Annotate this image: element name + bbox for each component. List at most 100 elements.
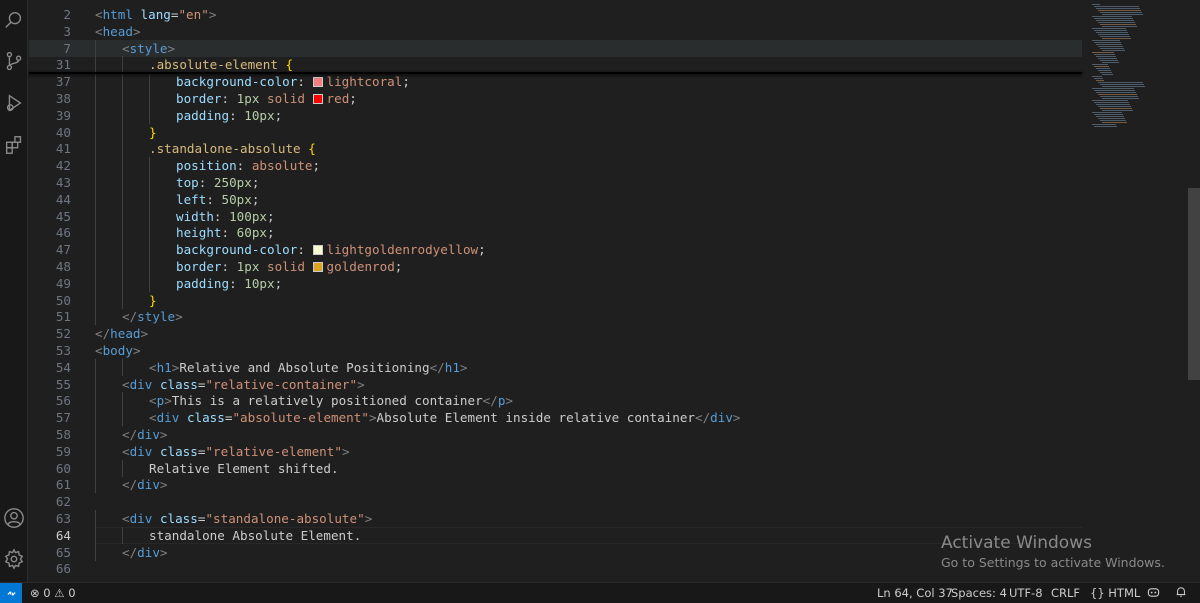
code-line[interactable]: 3 <head> xyxy=(29,23,1082,40)
code-text: background-color: lightcoral; xyxy=(176,73,410,90)
extensions-icon[interactable] xyxy=(2,133,26,157)
indent-guide xyxy=(95,241,96,259)
code-line[interactable]: 53 <body> xyxy=(29,342,1082,359)
explorer-search-icon[interactable] xyxy=(2,8,26,32)
code-line[interactable]: 51 </style> xyxy=(29,308,1082,326)
code-token: > xyxy=(364,511,373,526)
minimap-line xyxy=(1098,22,1135,23)
code-line[interactable]: 52 </head> xyxy=(29,325,1082,342)
code-line[interactable]: 57 <div class="absolute-element">Absolute… xyxy=(29,409,1082,427)
source-control-icon[interactable] xyxy=(2,49,26,73)
code-line[interactable]: 64 standalone Absolute Element. xyxy=(29,526,1082,544)
cursor-position[interactable]: Ln 64, Col 37 xyxy=(877,586,953,600)
run-debug-icon[interactable] xyxy=(2,91,26,115)
code-token: h1 xyxy=(156,359,172,375)
minimap-line xyxy=(1092,52,1114,53)
code-token: ; xyxy=(478,242,486,258)
bell-icon[interactable] xyxy=(1175,586,1187,601)
vertical-scrollbar[interactable] xyxy=(1188,188,1200,380)
eol-setting[interactable]: CRLF xyxy=(1051,586,1080,600)
code-line[interactable]: 63 <div class="standalone-absolute"> xyxy=(29,510,1082,527)
code-text: <div class="relative-element"> xyxy=(122,443,350,460)
code-line[interactable]: 58 </div> xyxy=(29,426,1082,443)
code-line[interactable]: 39 padding: 10px; xyxy=(29,106,1082,124)
indentation-setting[interactable]: Spaces: 4 xyxy=(951,586,1007,600)
code-line[interactable]: 56 <p>This is a relatively positioned con… xyxy=(29,392,1082,410)
problems-indicator[interactable]: ⊗ 0 ⚠ 0 xyxy=(30,586,76,600)
minimap-line xyxy=(1094,66,1109,67)
code-token: class xyxy=(186,410,225,426)
code-text: top: 250px; xyxy=(176,174,259,191)
code-token: lang xyxy=(140,7,171,22)
code-text: </div> xyxy=(122,544,168,561)
code-token: 250px xyxy=(213,175,252,190)
indent-guide xyxy=(122,123,123,141)
remote-icon[interactable] xyxy=(0,583,22,603)
code-line[interactable]: 65 </div> xyxy=(29,543,1082,561)
code-token: This is a relatively positioned containe… xyxy=(171,393,483,409)
code-token: Relative and Absolute Positioning xyxy=(179,359,430,375)
account-icon[interactable] xyxy=(2,506,26,530)
line-number: 49 xyxy=(55,275,71,291)
minimap-line xyxy=(1094,126,1117,127)
code-line[interactable]: 43 top: 250px; xyxy=(29,174,1082,191)
indent-guide xyxy=(95,274,96,292)
code-token: "en" xyxy=(178,7,209,22)
code-line[interactable]: 37 background-color: lightcoral; xyxy=(29,73,1082,91)
code-line[interactable]: 50} xyxy=(29,291,1082,309)
line-number: 62 xyxy=(55,494,71,510)
code-line[interactable]: 59 <div class="relative-element"> xyxy=(29,442,1082,460)
code-token: < xyxy=(122,40,130,56)
code-token: background-color xyxy=(176,242,298,258)
code-token: : xyxy=(229,275,245,291)
color-swatch[interactable] xyxy=(312,77,323,88)
code-line[interactable]: 45 width: 100px; xyxy=(29,207,1082,225)
code-line[interactable]: 46 height: 60px; xyxy=(29,224,1082,242)
minimap-line xyxy=(1092,64,1108,65)
code-line[interactable]: 7 <style> xyxy=(29,39,1082,57)
code-line[interactable]: 55 <div class="relative-container"> xyxy=(29,375,1082,393)
code-line[interactable]: 61 </div> xyxy=(29,476,1082,494)
code-token: { xyxy=(308,141,316,157)
indent-guide xyxy=(149,207,150,225)
code-line[interactable]: 49 padding: 10px; xyxy=(29,274,1082,292)
language-mode[interactable]: {} HTML xyxy=(1090,586,1140,600)
line-number: 3 xyxy=(63,23,71,39)
code-line[interactable]: 60 Relative Element shifted. xyxy=(29,459,1082,477)
minimap-line xyxy=(1092,76,1102,77)
code-text: Relative Element shifted. xyxy=(149,460,339,477)
code-line[interactable]: 66 xyxy=(29,560,1082,577)
minimap-line xyxy=(1102,26,1137,27)
minimap-line xyxy=(1100,24,1136,25)
code-line[interactable]: 38 border: 1px solid red; xyxy=(29,90,1082,107)
code-token: ; xyxy=(402,74,410,90)
code-line[interactable]: 42 position: absolute; xyxy=(29,157,1082,175)
minimap[interactable] xyxy=(1084,0,1188,582)
code-line[interactable]: 31 .absolute-element { xyxy=(29,56,1082,74)
color-swatch[interactable] xyxy=(312,94,323,104)
code-token: lightgoldenrodyellow xyxy=(326,242,479,258)
code-token: head xyxy=(110,326,141,342)
color-swatch[interactable] xyxy=(312,262,323,272)
code-line[interactable]: 62 xyxy=(29,493,1082,510)
code-token: div xyxy=(137,427,160,442)
line-number: 38 xyxy=(55,91,71,106)
minimap-line xyxy=(1092,100,1128,101)
code-line[interactable]: 41 .standalone-absolute { xyxy=(29,140,1082,158)
code-editor[interactable]: 2 <html lang="en"> 3 <head> 7 <style> 31 .absol… xyxy=(29,0,1082,582)
code-token: div xyxy=(137,544,160,560)
copilot-icon[interactable] xyxy=(1147,586,1160,602)
encoding-setting[interactable]: UTF-8 xyxy=(1009,586,1043,600)
code-line[interactable]: 54 <h1>Relative and Absolute Positioning<… xyxy=(29,358,1082,376)
code-token: > xyxy=(132,23,141,39)
code-line[interactable]: 44 left: 50px; xyxy=(29,190,1082,208)
color-swatch[interactable] xyxy=(312,245,323,256)
code-line[interactable]: 2 <html lang="en"> xyxy=(29,6,1082,23)
code-line[interactable]: 40} xyxy=(29,123,1082,141)
code-line[interactable]: 48 border: 1px solid goldenrod; xyxy=(29,258,1082,275)
minimap-line xyxy=(1096,104,1130,105)
indent-guide xyxy=(122,157,123,175)
settings-gear-icon[interactable] xyxy=(2,547,26,571)
code-text: <style> xyxy=(122,40,175,57)
code-line[interactable]: 47 background-color: lightgoldenrodyellow… xyxy=(29,241,1082,259)
